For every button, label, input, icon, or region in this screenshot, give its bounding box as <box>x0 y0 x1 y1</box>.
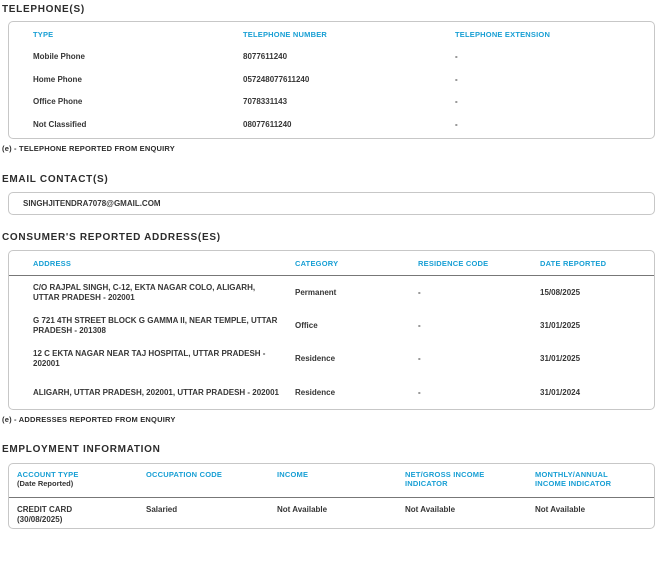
telephones-table: TYPE TELEPHONE NUMBER TELEPHONE EXTENSIO… <box>8 21 655 139</box>
employment-table-header: ACCOUNT TYPE (Date Reported) OCCUPATION … <box>9 464 654 498</box>
phone-extension: - <box>455 97 644 107</box>
date-reported: 31/01/2024 <box>540 388 654 398</box>
account-date-value: (30/08/2025) <box>17 515 146 525</box>
credit-report-contact-section: TELEPHONE(S) TYPE TELEPHONE NUMBER TELEP… <box>0 0 670 562</box>
column-header-date-reported: DATE REPORTED <box>540 259 654 268</box>
phone-type: Mobile Phone <box>33 52 243 62</box>
address-value: 12 C EKTA NAGAR NEAR TAJ HOSPITAL, UTTAR… <box>33 349 295 369</box>
date-reported: 31/01/2025 <box>540 321 654 331</box>
table-row: Office Phone 7078331143 - <box>33 91 644 114</box>
telephones-footnote: (e) - TELEPHONE REPORTED FROM ENQUIRY <box>2 144 670 153</box>
column-header-net-gross-income-indicator: NET/GROSS INCOME INDICATOR <box>405 470 535 488</box>
residence-code: - <box>418 388 540 398</box>
residence-code: - <box>418 288 540 298</box>
column-header-occupation-code: OCCUPATION CODE <box>146 470 277 479</box>
table-row: ALIGARH, UTTAR PRADESH, 202001, UTTAR PR… <box>9 376 654 409</box>
residence-code: - <box>418 354 540 364</box>
column-header-telephone-number: TELEPHONE NUMBER <box>243 30 455 39</box>
column-header-telephone-extension: TELEPHONE EXTENSION <box>455 30 644 39</box>
employment-account-type-cell: CREDIT CARD (30/08/2025) <box>17 505 146 525</box>
address-category: Residence <box>295 388 418 398</box>
phone-number: 8077611240 <box>243 52 455 62</box>
column-header-address: ADDRESS <box>33 259 295 268</box>
column-header-account-type: ACCOUNT TYPE (Date Reported) <box>17 470 146 488</box>
table-row: C/O RAJPAL SINGH, C-12, EKTA NAGAR COLO,… <box>9 276 654 309</box>
phone-type: Not Classified <box>33 120 243 130</box>
telephones-section-title: TELEPHONE(S) <box>2 4 670 16</box>
income-value: Not Available <box>277 505 405 515</box>
net-gross-income-indicator-value: Not Available <box>405 505 535 515</box>
phone-extension: - <box>455 75 644 85</box>
occupation-code-value: Salaried <box>146 505 277 515</box>
phone-extension: - <box>455 52 644 62</box>
column-header-income: INCOME <box>277 470 405 479</box>
column-header-type: TYPE <box>33 30 243 39</box>
table-row: 12 C EKTA NAGAR NEAR TAJ HOSPITAL, UTTAR… <box>9 343 654 376</box>
address-category: Permanent <box>295 288 418 298</box>
account-type-sublabel: (Date Reported) <box>17 479 122 488</box>
addresses-table-header: ADDRESS CATEGORY RESIDENCE CODE DATE REP… <box>9 251 654 276</box>
table-row: Home Phone 057248077611240 - <box>33 69 644 92</box>
addresses-footnote: (e) - ADDRESSES REPORTED FROM ENQUIRY <box>2 415 670 424</box>
email-address: SINGHJITENDRA7078@GMAIL.COM <box>9 193 654 214</box>
column-header-residence-code: RESIDENCE CODE <box>418 259 540 268</box>
addresses-section-title: CONSUMER'S REPORTED ADDRESS(ES) <box>2 232 670 244</box>
address-value: ALIGARH, UTTAR PRADESH, 202001, UTTAR PR… <box>33 388 295 398</box>
date-reported: 31/01/2025 <box>540 354 654 364</box>
address-value: G 721 4TH STREET BLOCK G GAMMA II, NEAR … <box>33 316 295 336</box>
residence-code: - <box>418 321 540 331</box>
phone-number: 057248077611240 <box>243 75 455 85</box>
table-row: G 721 4TH STREET BLOCK G GAMMA II, NEAR … <box>9 309 654 342</box>
employment-table: ACCOUNT TYPE (Date Reported) OCCUPATION … <box>8 463 655 529</box>
table-row: Mobile Phone 8077611240 - <box>33 46 644 69</box>
date-reported: 15/08/2025 <box>540 288 654 298</box>
phone-number: 08077611240 <box>243 120 455 130</box>
account-type-value: CREDIT CARD <box>17 505 146 515</box>
employment-section-title: EMPLOYMENT INFORMATION <box>2 444 670 456</box>
phone-extension: - <box>455 120 644 130</box>
table-row: CREDIT CARD (30/08/2025) Salaried Not Av… <box>9 498 654 528</box>
addresses-table: ADDRESS CATEGORY RESIDENCE CODE DATE REP… <box>8 250 655 410</box>
phone-type: Home Phone <box>33 75 243 85</box>
column-header-category: CATEGORY <box>295 259 418 268</box>
phone-type: Office Phone <box>33 97 243 107</box>
address-category: Office <box>295 321 418 331</box>
email-contact-box: SINGHJITENDRA7078@GMAIL.COM <box>8 192 655 215</box>
phone-number: 7078331143 <box>243 97 455 107</box>
account-type-label: ACCOUNT TYPE <box>17 470 122 479</box>
table-row: Not Classified 08077611240 - <box>33 114 644 137</box>
address-value: C/O RAJPAL SINGH, C-12, EKTA NAGAR COLO,… <box>33 283 295 303</box>
address-category: Residence <box>295 354 418 364</box>
telephones-table-header: TYPE TELEPHONE NUMBER TELEPHONE EXTENSIO… <box>33 22 644 46</box>
email-section-title: EMAIL CONTACT(S) <box>2 174 670 186</box>
column-header-monthly-annual-income-indicator: MONTHLY/ANNUAL INCOME INDICATOR <box>535 470 654 488</box>
monthly-annual-income-indicator-value: Not Available <box>535 505 654 515</box>
